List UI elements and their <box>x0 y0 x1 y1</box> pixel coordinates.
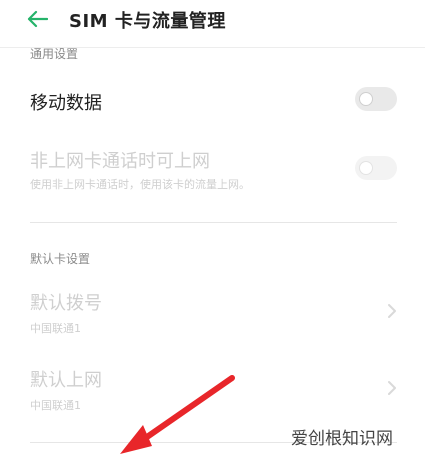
default-internet-label[interactable]: 默认上网 <box>30 366 102 392</box>
toggle-knob <box>359 161 373 175</box>
non-data-card-label: 非上网卡通话时可上网 <box>30 151 210 172</box>
watermark-text: 爱创根知识网 <box>291 429 393 449</box>
chevron-right-icon[interactable] <box>387 380 397 396</box>
chevron-right-icon[interactable] <box>387 303 397 319</box>
top-bar: SIM 卡与流量管理 <box>0 0 425 40</box>
section-divider <box>30 222 397 223</box>
mobile-data-label: 移动数据 <box>30 93 102 114</box>
page-title: SIM 卡与流量管理 <box>69 11 226 32</box>
default-dial-label[interactable]: 默认拨号 <box>30 289 102 315</box>
default-dial-value: 中国联通1 <box>30 322 81 335</box>
back-arrow-icon[interactable] <box>26 9 48 29</box>
non-data-card-desc: 使用非上网卡通话时，使用该卡的流量上网。 <box>30 178 250 191</box>
section-label-default-card: 默认卡设置 <box>30 252 91 266</box>
mobile-data-toggle[interactable] <box>355 87 397 111</box>
non-data-card-toggle[interactable] <box>355 156 397 180</box>
toggle-knob <box>359 92 373 106</box>
section-label-general: 通用设置 <box>30 47 79 61</box>
default-internet-value: 中国联通1 <box>30 399 81 412</box>
